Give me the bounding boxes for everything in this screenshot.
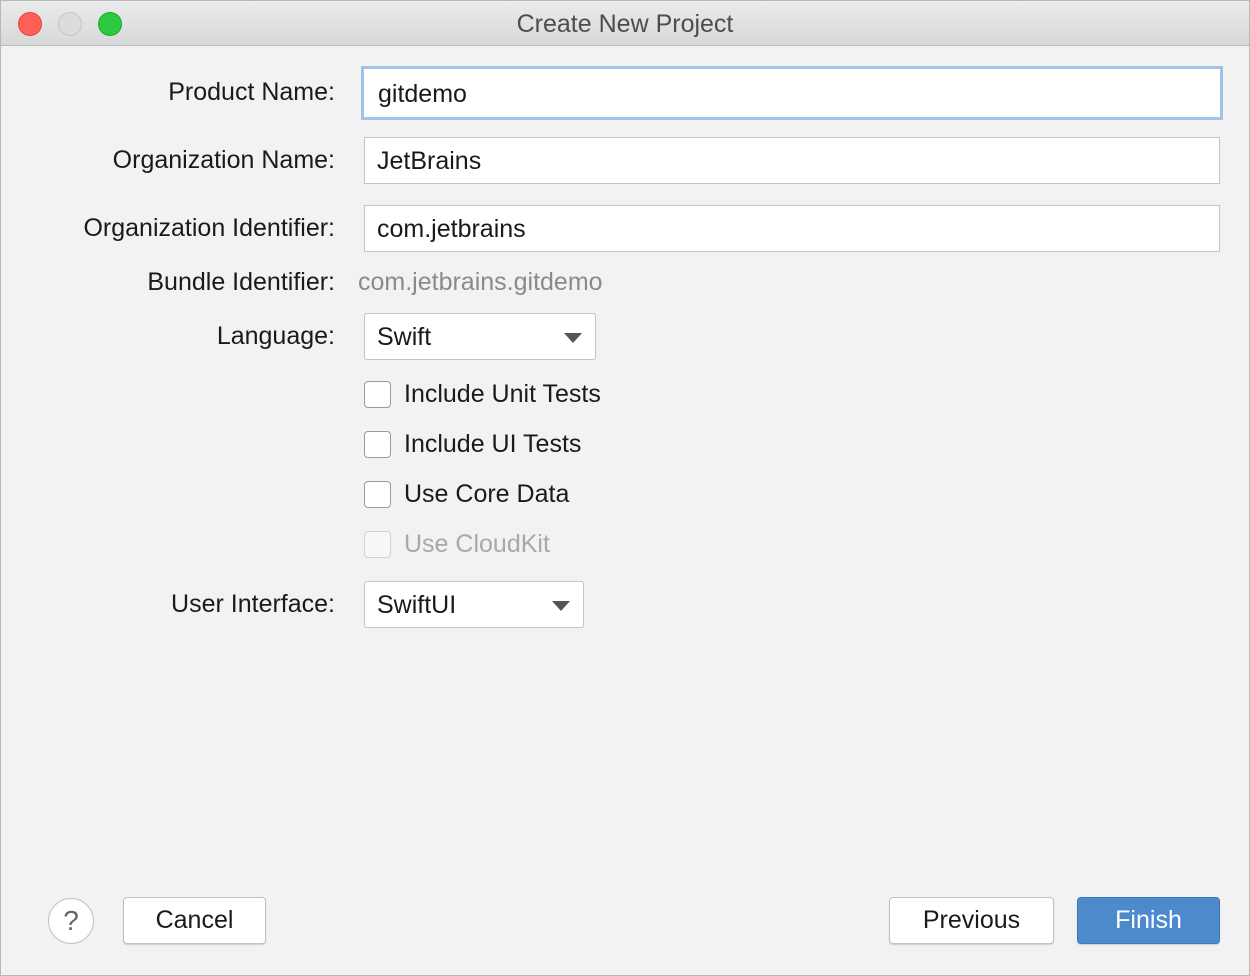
include-ui-tests-checkbox[interactable] [364,431,391,458]
language-value: Swift [377,323,432,351]
finish-button[interactable]: Finish [1077,897,1220,944]
help-button[interactable]: ? [48,898,94,944]
previous-button[interactable]: Previous [889,897,1054,944]
include-ui-tests-label[interactable]: Include UI Tests [404,430,581,459]
cancel-button[interactable]: Cancel [123,897,266,944]
organization-name-input[interactable]: JetBrains [364,137,1220,184]
use-cloudkit-label: Use CloudKit [404,530,550,558]
question-icon: ? [63,905,79,936]
dropdown-arrow-icon [564,333,582,343]
organization-identifier-input[interactable]: com.jetbrains [364,205,1220,252]
user-interface-value: SwiftUI [377,591,457,619]
user-interface-dropdown[interactable]: SwiftUI [364,581,584,628]
language-dropdown[interactable]: Swift [364,313,596,360]
organization-identifier-label: Organization Identifier: [83,214,335,242]
create-project-dialog: Create New Project Product Name: gitdemo… [0,0,1250,976]
bundle-identifier-label: Bundle Identifier: [147,268,335,296]
dropdown-arrow-icon [552,601,570,611]
organization-name-label: Organization Name: [112,146,335,174]
bundle-identifier-value: com.jetbrains.gitdemo [358,268,603,296]
include-unit-tests-label[interactable]: Include Unit Tests [404,380,601,409]
include-unit-tests-checkbox[interactable] [364,381,391,408]
window-title: Create New Project [516,10,734,38]
product-name-input[interactable]: gitdemo [364,69,1220,117]
title-bar: Create New Project [1,1,1249,46]
language-label: Language: [216,322,335,350]
user-interface-label: User Interface: [171,590,335,618]
use-core-data-checkbox[interactable] [364,481,391,508]
use-cloudkit-checkbox [364,531,391,558]
use-core-data-label[interactable]: Use Core Data [404,480,569,509]
product-name-label: Product Name: [168,78,335,106]
